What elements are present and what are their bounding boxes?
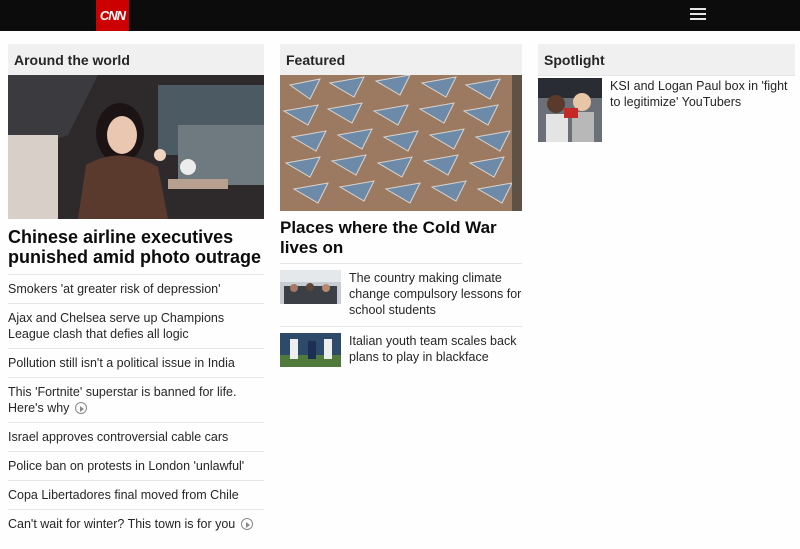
list-item[interactable]: Israel approves controversial cable cars <box>8 422 264 451</box>
section-heading-around-the-world: Around the world <box>8 44 264 75</box>
spotlight-section: Spotlight KSI and Logan Paul box in 'fig… <box>538 44 795 142</box>
list-item[interactable]: The country making climate change compul… <box>280 263 522 326</box>
list-item[interactable]: Italian youth team scales back plans to … <box>280 326 522 375</box>
section-heading-featured: Featured <box>280 44 522 75</box>
featured-image-aircraft-boneyard[interactable] <box>280 75 522 211</box>
list-item-text: Israel approves controversial cable cars <box>8 430 229 444</box>
list-item-text: This 'Fortnite' superstar is banned for … <box>8 385 237 415</box>
hamburger-menu-icon[interactable] <box>690 6 706 22</box>
thumbnail-climate-students <box>280 270 341 304</box>
list-item-text: KSI and Logan Paul box in 'fight to legi… <box>610 79 788 109</box>
section-heading-spotlight: Spotlight <box>538 44 795 75</box>
list-item[interactable]: Police ban on protests in London 'unlawf… <box>8 451 264 480</box>
headline-list: Smokers 'at greater risk of depression' … <box>8 274 264 538</box>
video-play-icon <box>240 518 253 530</box>
thumbnail-ksi-logan-paul <box>538 78 602 142</box>
list-item-text: Pollution still isn't a political issue … <box>8 356 235 370</box>
featured-section: Featured Places where the Cold War lives… <box>280 44 522 375</box>
list-item[interactable]: KSI and Logan Paul box in 'fight to legi… <box>538 75 795 142</box>
headline-cold-war[interactable]: Places where the Cold War lives on <box>280 218 522 263</box>
list-item-text: Smokers 'at greater risk of depression' <box>8 282 221 296</box>
thumbnail-italian-youth-team <box>280 333 341 367</box>
hero-image-cockpit-photo[interactable] <box>8 75 264 219</box>
list-item[interactable]: This 'Fortnite' superstar is banned for … <box>8 377 264 422</box>
headline-chinese-airline[interactable]: Chinese airline executives punished amid… <box>8 227 264 274</box>
list-item[interactable]: Pollution still isn't a political issue … <box>8 348 264 377</box>
list-item-text: Police ban on protests in London 'unlawf… <box>8 459 245 473</box>
list-item[interactable]: Smokers 'at greater risk of depression' <box>8 274 264 303</box>
list-item-text: Ajax and Chelsea serve up Champions Leag… <box>8 311 225 341</box>
cnn-logo[interactable]: CNN <box>96 0 129 31</box>
list-item[interactable]: Copa Libertadores final moved from Chile <box>8 480 264 509</box>
list-item-text: Italian youth team scales back plans to … <box>349 334 517 364</box>
list-item[interactable]: Can't wait for winter? This town is for … <box>8 509 264 538</box>
top-navigation-bar: CNN <box>0 0 800 31</box>
video-play-icon <box>74 402 87 414</box>
list-item-text: Copa Libertadores final moved from Chile <box>8 488 239 502</box>
around-the-world-section: Around the world Chinese airline executi… <box>8 44 264 538</box>
list-item-text: The country making climate change compul… <box>349 271 522 317</box>
list-item[interactable]: Ajax and Chelsea serve up Champions Leag… <box>8 303 264 348</box>
list-item-text: Can't wait for winter? This town is for … <box>8 517 236 531</box>
